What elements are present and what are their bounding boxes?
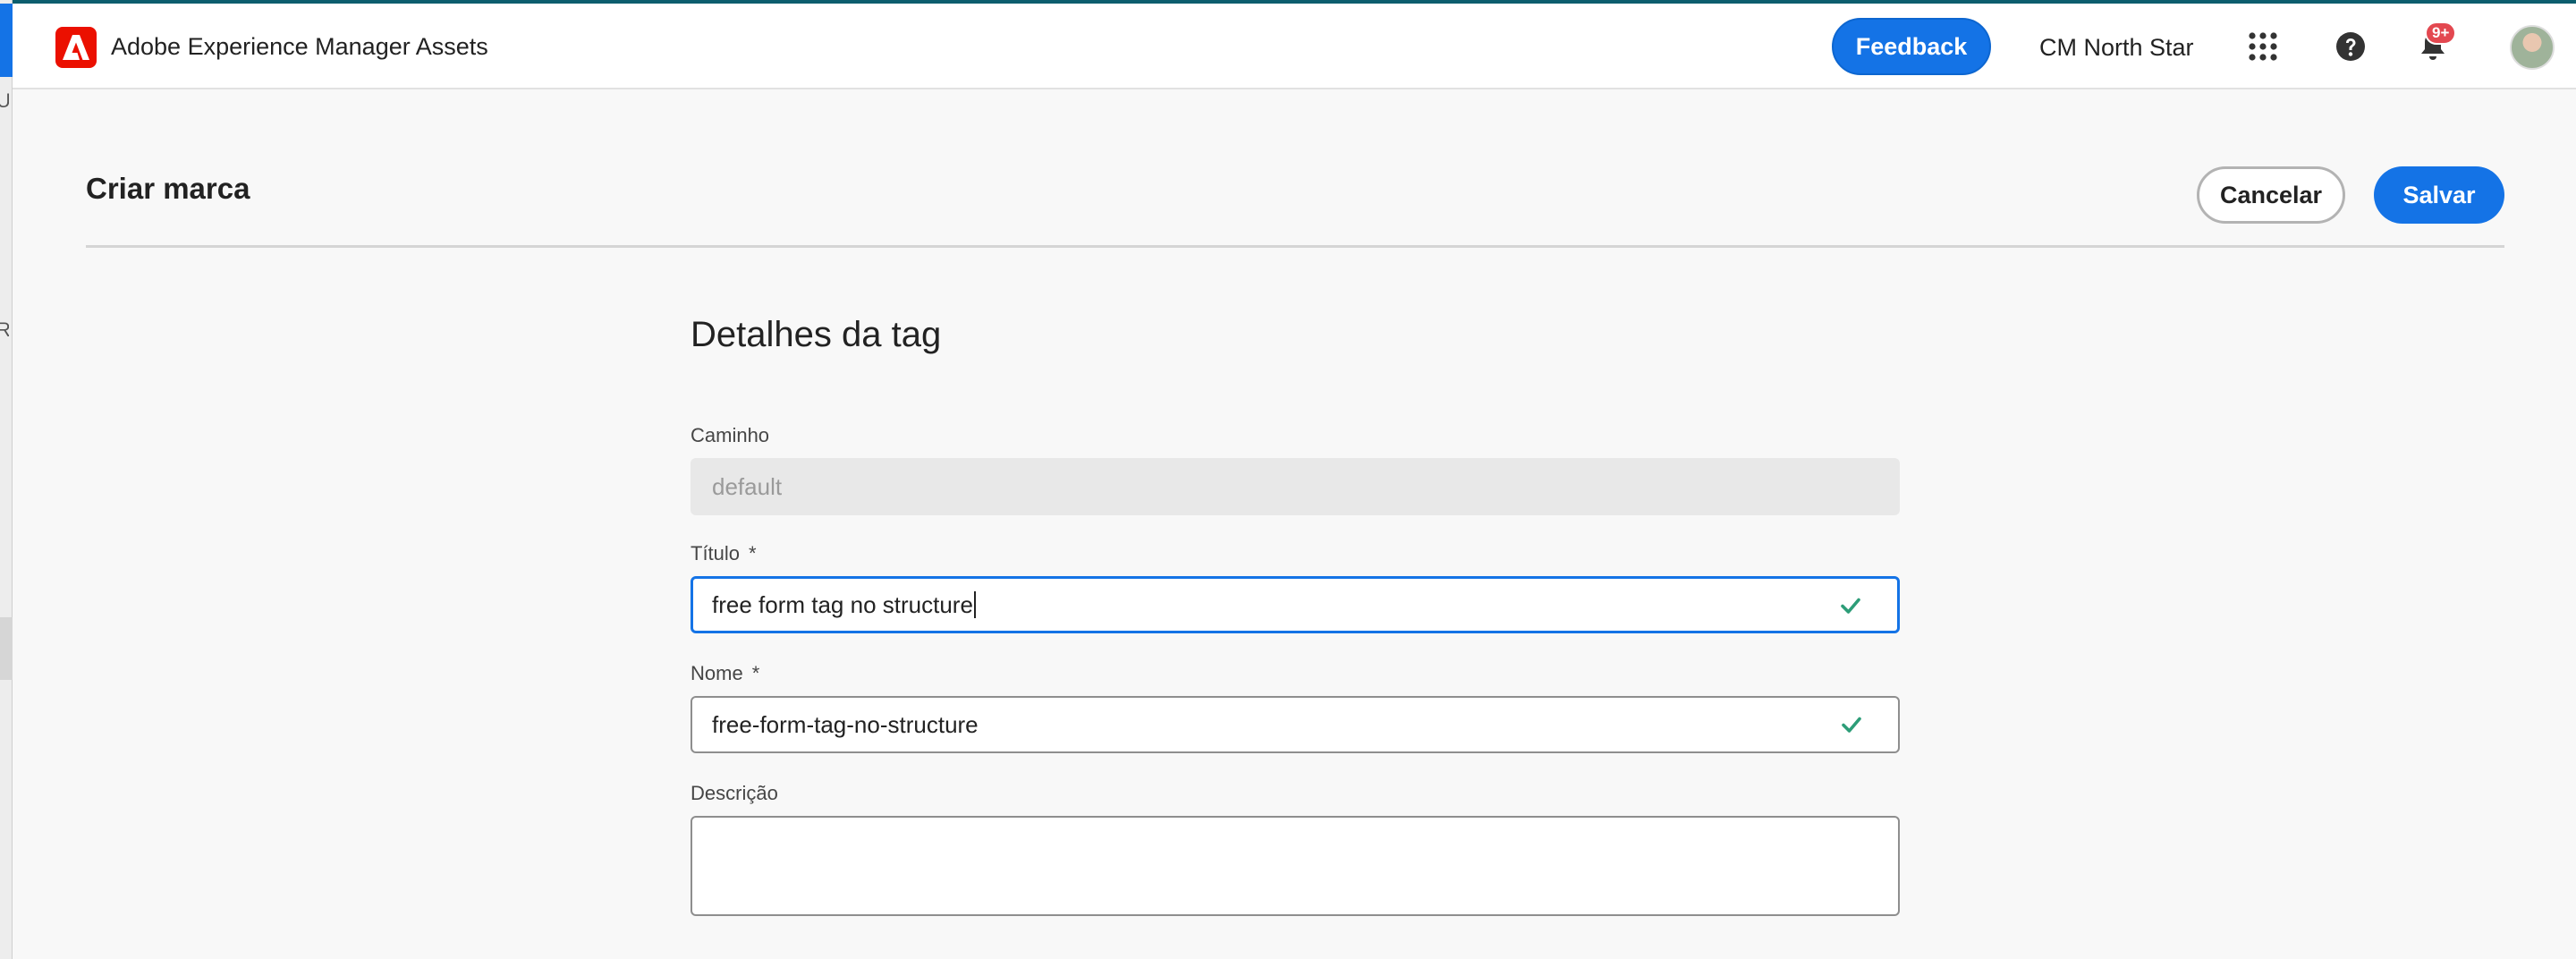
apps-grid-icon[interactable] (2245, 29, 2281, 64)
name-label: Nome * (691, 662, 759, 685)
name-input-value: free-form-tag-no-structure (712, 710, 979, 738)
background-window-text: R (0, 318, 9, 341)
description-label: Descrição (691, 782, 778, 804)
required-marker: * (749, 542, 757, 564)
background-window-text: Ui (0, 89, 9, 112)
cancel-button[interactable]: Cancelar (2197, 166, 2345, 224)
path-value: default (712, 472, 783, 500)
title-input-value: free form tag no structure (712, 590, 973, 618)
help-icon[interactable] (2333, 29, 2368, 64)
section-title: Detalhes da tag (691, 315, 942, 354)
feedback-button[interactable]: Feedback (1832, 18, 1991, 75)
background-window-edge: Ui R (0, 0, 13, 959)
valid-check-icon (1842, 717, 1861, 733)
adobe-logo-icon[interactable] (55, 27, 97, 68)
app-header: Adobe Experience Manager Assets Feedback… (13, 4, 2576, 89)
app-title[interactable]: Adobe Experience Manager Assets (111, 33, 488, 61)
avatar[interactable] (2510, 25, 2555, 70)
save-button[interactable]: Salvar (2374, 166, 2504, 224)
background-window-row (0, 617, 13, 680)
name-label-text: Nome (691, 662, 743, 684)
name-input[interactable]: free-form-tag-no-structure (691, 696, 1900, 753)
divider (86, 245, 2504, 248)
required-marker: * (751, 662, 760, 684)
title-input[interactable]: free form tag no structure (691, 576, 1900, 633)
text-caret (973, 591, 976, 618)
path-label: Caminho (691, 424, 770, 446)
background-window-header (0, 4, 13, 77)
page-title: Criar marca (86, 172, 250, 205)
title-label-text: Título (691, 542, 741, 564)
notification-badge: 9+ (2425, 21, 2457, 45)
description-textarea[interactable] (691, 816, 1900, 916)
path-field: default (691, 458, 1900, 515)
valid-check-icon (1841, 598, 1860, 614)
org-switcher[interactable]: CM North Star (2039, 34, 2194, 62)
title-label: Título * (691, 542, 757, 565)
